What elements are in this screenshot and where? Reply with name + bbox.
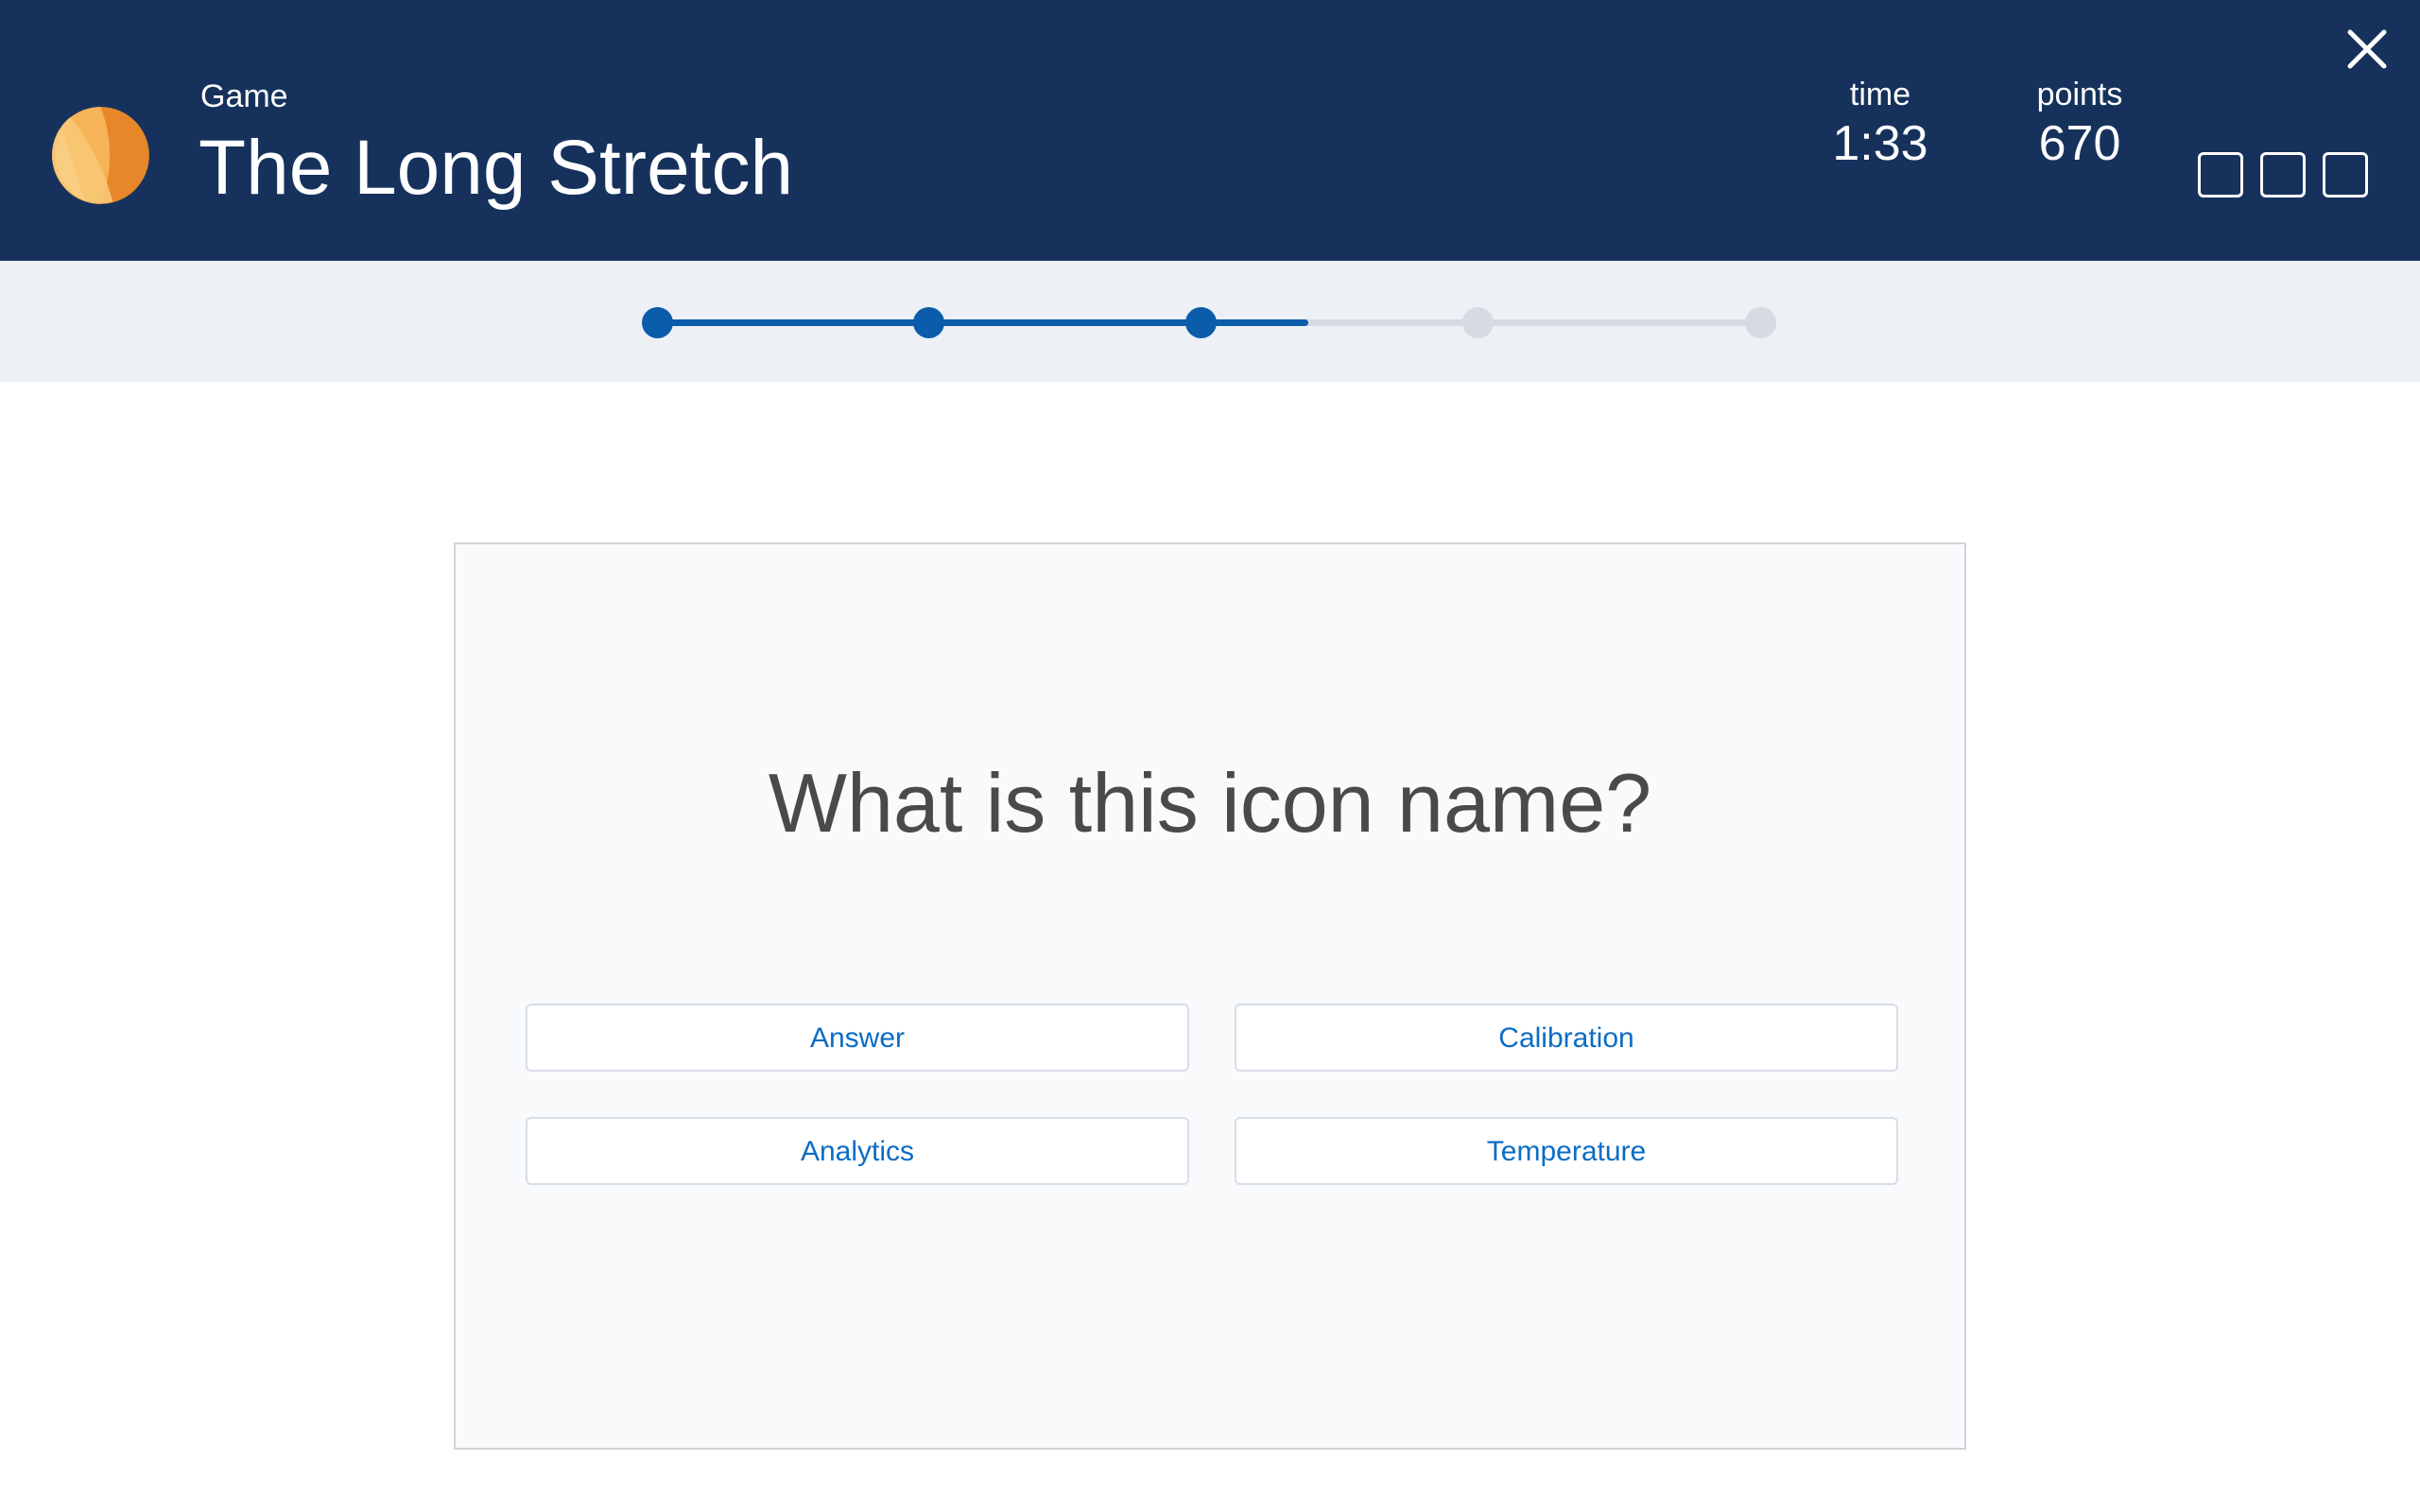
points-label: points <box>2036 77 2123 112</box>
progress-step <box>1745 307 1776 338</box>
close-button[interactable] <box>2342 25 2392 74</box>
time-value: 1:33 <box>1832 116 1928 171</box>
time-stat: time 1:33 <box>1814 76 1946 172</box>
progress-band <box>0 261 2420 382</box>
points-stat: points 670 <box>2014 76 2146 172</box>
empty-slot <box>2260 152 2306 198</box>
game-subtitle: Game <box>200 78 288 114</box>
orange-ball-icon <box>50 105 151 206</box>
time-label: time <box>1849 77 1911 112</box>
empty-slot <box>2198 152 2243 198</box>
game-header: Game The Long Stretch time 1:33 points 6… <box>0 0 2420 261</box>
game-title: The Long Stretch <box>199 125 794 211</box>
collected-slots <box>2198 152 2368 198</box>
progress-step <box>913 307 944 338</box>
answer-option-button[interactable]: Answer <box>526 1004 1189 1072</box>
question-card: What is this icon name? Answer Calibrati… <box>454 542 1966 1450</box>
answer-options: Answer Calibration Analytics Temperature <box>526 1004 1898 1185</box>
progress-step <box>1185 307 1217 338</box>
empty-slot <box>2323 152 2368 198</box>
progress-step <box>1462 307 1494 338</box>
answer-option-button[interactable]: Calibration <box>1235 1004 1898 1072</box>
question-text: What is this icon name? <box>768 756 1652 850</box>
answer-option-button[interactable]: Analytics <box>526 1117 1189 1185</box>
progress-step <box>642 307 673 338</box>
close-icon <box>2347 29 2387 69</box>
points-value: 670 <box>2038 116 2121 171</box>
answer-option-button[interactable]: Temperature <box>1235 1117 1898 1185</box>
